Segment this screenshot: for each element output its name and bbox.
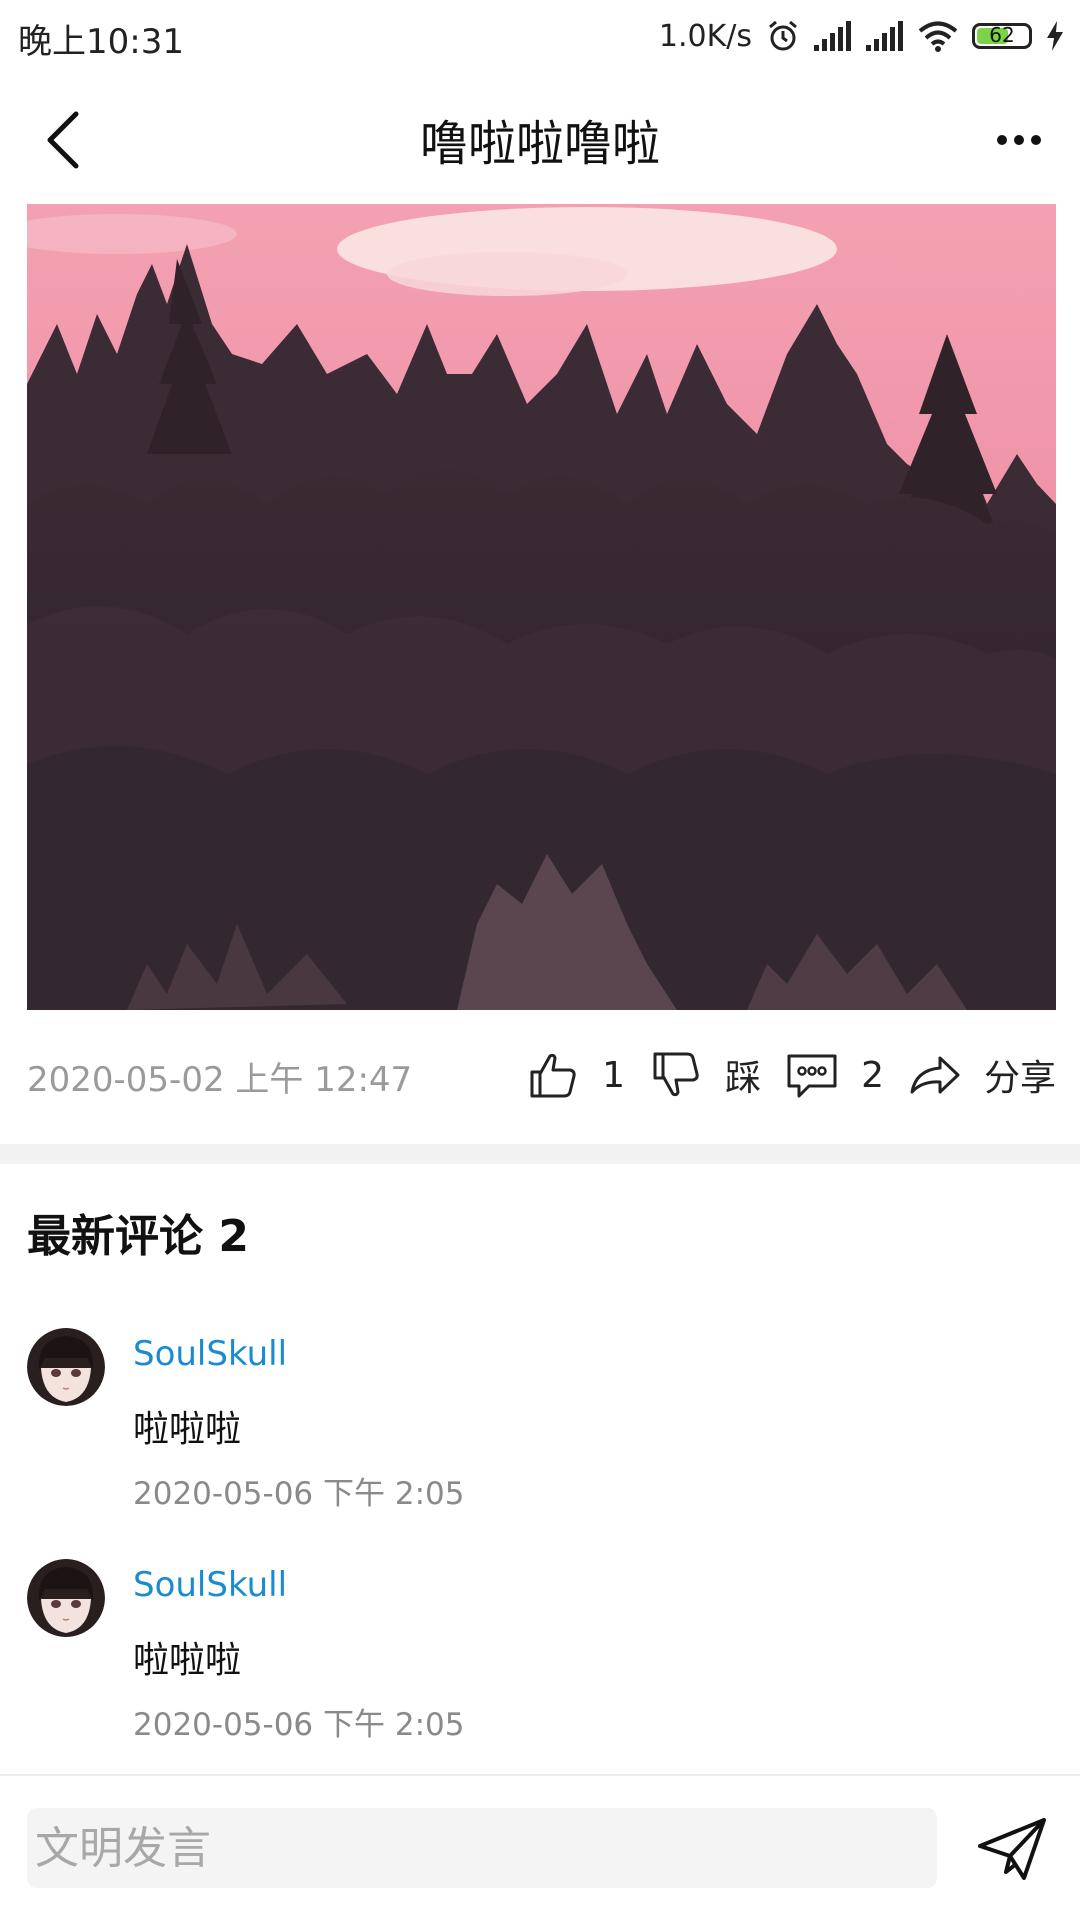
avatar[interactable] bbox=[27, 1559, 105, 1637]
like-button[interactable]: 1 bbox=[526, 1048, 625, 1102]
more-dots-icon[interactable] bbox=[984, 108, 1054, 172]
share-button[interactable]: 分享 bbox=[908, 1048, 1056, 1102]
alarm-icon bbox=[769, 20, 797, 51]
comment-count: 2 bbox=[861, 1054, 884, 1096]
signal-icon bbox=[814, 21, 851, 51]
battery-level: 62 bbox=[989, 23, 1015, 47]
header: 噜啦啦噜啦 bbox=[0, 72, 1080, 204]
post-image[interactable] bbox=[27, 204, 1056, 1010]
send-icon[interactable] bbox=[976, 1816, 1050, 1882]
network-speed: 1.0K/s bbox=[658, 18, 752, 54]
comment-author[interactable]: SoulSkull bbox=[133, 1565, 287, 1605]
section-divider bbox=[0, 1144, 1080, 1164]
share-label: 分享 bbox=[983, 1058, 1056, 1099]
comment-time: 2020-05-06 下午 2:05 bbox=[133, 1476, 465, 1512]
comment-item: SoulSkull 啦啦啦 2020-05-06 下午 2:05 bbox=[27, 1328, 1056, 1528]
comment-author[interactable]: SoulSkull bbox=[133, 1334, 287, 1374]
comment-composer bbox=[0, 1774, 1080, 1922]
charging-icon bbox=[1047, 21, 1063, 51]
comment-time: 2020-05-06 下午 2:05 bbox=[133, 1707, 465, 1743]
battery-icon: 62 bbox=[972, 23, 1032, 49]
comments-title: 最新评论 2 bbox=[27, 1211, 249, 1262]
share-arrow-icon bbox=[910, 1056, 960, 1094]
comment-text: 啦啦啦 bbox=[133, 1409, 242, 1450]
post-actions: 1 踩 2 分享 bbox=[502, 1040, 1056, 1110]
page-title: 噜啦啦噜啦 bbox=[419, 116, 660, 172]
dislike-label: 踩 bbox=[725, 1058, 762, 1099]
comment-input[interactable] bbox=[27, 1808, 937, 1888]
post-meta-row: 2020-05-02 上午 12:47 1 踩 2 分享 bbox=[27, 1040, 1056, 1110]
avatar[interactable] bbox=[27, 1328, 105, 1406]
thumbs-up-icon bbox=[530, 1053, 576, 1098]
status-time: 晚上10:31 bbox=[18, 22, 184, 62]
like-count: 1 bbox=[602, 1054, 626, 1096]
post-date: 2020-05-02 上午 12:47 bbox=[27, 1060, 413, 1100]
comment-bubble-icon bbox=[787, 1054, 837, 1098]
thumbs-down-icon bbox=[653, 1052, 699, 1097]
status-bar: 晚上10:31 1.0K/s 62 bbox=[0, 0, 1080, 72]
comment-item: SoulSkull 啦啦啦 2020-05-06 下午 2:05 bbox=[27, 1559, 1056, 1759]
wifi-icon bbox=[918, 21, 958, 52]
comment-text: 啦啦啦 bbox=[133, 1640, 242, 1681]
signal-icon-2 bbox=[866, 21, 903, 51]
status-icons: 1.0K/s 62 bbox=[659, 12, 1064, 60]
dislike-button[interactable]: 踩 bbox=[649, 1048, 761, 1102]
comment-button[interactable]: 2 bbox=[785, 1048, 884, 1102]
